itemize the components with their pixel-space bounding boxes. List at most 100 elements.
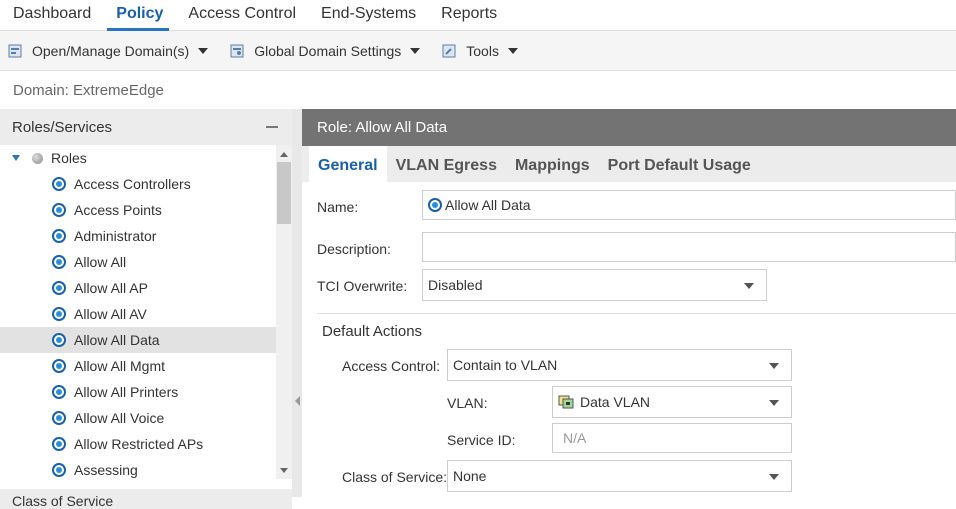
roles-tree: Roles Access Controllers Access Points Adm… — [0, 145, 276, 479]
chevron-down-icon — [744, 283, 754, 289]
role-title: Role: Allow All Data — [317, 119, 448, 136]
tree-item-label: Allow All Voice — [74, 410, 165, 426]
role-icon — [52, 229, 66, 243]
folder-ball-icon — [32, 152, 43, 164]
tree-item-role[interactable]: Allow All Mgmt — [0, 353, 276, 379]
class-of-service-section-header[interactable]: Class of Service — [0, 489, 292, 509]
section-divider — [317, 313, 956, 314]
name-value: Allow All Data — [445, 197, 531, 213]
tree-item-role[interactable]: Allow All Printers — [0, 379, 276, 405]
footer-label: Class of Service — [12, 493, 114, 509]
name-label: Name: — [317, 199, 359, 215]
role-icon — [52, 437, 66, 451]
tree-item-role[interactable]: Access Points — [0, 197, 276, 223]
roles-services-panel: Roles/Services Roles Access Controllers A… — [0, 109, 292, 509]
chevron-down-icon — [769, 400, 779, 406]
tree-item-role[interactable]: Allow All Voice — [0, 405, 276, 431]
chevron-down-icon — [198, 47, 209, 54]
tree-item-label: Allow All — [74, 254, 127, 270]
settings-icon — [230, 44, 244, 57]
global-domain-settings-button[interactable]: Global Domain Settings — [222, 31, 428, 71]
role-detail-panel: Role: Allow All Data General VLAN Egress… — [302, 109, 956, 497]
class-of-service-select[interactable]: None — [447, 460, 792, 492]
service-id-value: N/A — [563, 430, 587, 446]
tci-overwrite-value: Disabled — [428, 277, 483, 293]
tree-item-role[interactable]: Administrator — [0, 223, 276, 249]
tree-item-role[interactable]: Allow All AV — [0, 301, 276, 327]
tree-item-role[interactable]: Allow All AP — [0, 275, 276, 301]
open-manage-domain-button[interactable]: Open/Manage Domain(s) — [0, 31, 216, 71]
tree-item-role[interactable]: Assessing — [0, 457, 276, 479]
tree-root-roles[interactable]: Roles — [0, 145, 276, 171]
tree-item-role[interactable]: Access Controllers — [0, 171, 276, 197]
access-control-label: Access Control: — [342, 358, 441, 374]
chevron-down-icon — [507, 47, 518, 54]
tree-item-role[interactable]: Allow All — [0, 249, 276, 275]
scroll-up-icon[interactable] — [280, 152, 288, 157]
vlan-select[interactable]: Data VLAN — [552, 386, 792, 418]
collapse-left-icon[interactable] — [295, 396, 300, 406]
role-icon — [428, 198, 442, 212]
role-icon — [52, 333, 66, 347]
tree-root-label: Roles — [51, 150, 87, 166]
vlan-value: Data VLAN — [580, 394, 651, 410]
access-control-select[interactable]: Contain to VLAN — [447, 349, 792, 381]
class-of-service-value: None — [453, 468, 487, 484]
panel-header: Roles/Services — [0, 109, 292, 145]
tab-access-control[interactable]: Access Control — [175, 0, 308, 31]
access-control-value: Contain to VLAN — [453, 357, 558, 373]
tree-item-label: Assessing — [74, 462, 138, 478]
role-icon — [52, 411, 66, 425]
service-id-field: N/A — [552, 423, 792, 453]
role-title-bar: Role: Allow All Data — [302, 109, 956, 146]
panel-splitter[interactable] — [292, 109, 302, 497]
description-field[interactable] — [422, 232, 956, 262]
scroll-down-icon[interactable] — [280, 468, 288, 473]
role-icon — [52, 255, 66, 269]
open-manage-domain-label: Open/Manage Domain(s) — [32, 42, 190, 59]
tree-item-label: Access Points — [74, 202, 162, 218]
tab-mappings[interactable]: Mappings — [506, 146, 599, 182]
top-nav: Dashboard Policy Access Control End-Syst… — [0, 0, 956, 31]
global-domain-settings-label: Global Domain Settings — [254, 42, 402, 59]
vlan-icon — [558, 395, 574, 409]
vlan-label: VLAN: — [447, 395, 488, 411]
role-tabs: General VLAN Egress Mappings Port Defaul… — [302, 146, 956, 182]
tab-vlan-egress[interactable]: VLAN Egress — [387, 146, 506, 182]
role-icon — [52, 307, 66, 321]
role-icon — [52, 359, 66, 373]
panel-title: Roles/Services — [12, 118, 113, 136]
scroll-thumb[interactable] — [277, 162, 291, 224]
default-actions-title: Default Actions — [322, 323, 423, 340]
description-label: Description: — [317, 241, 391, 257]
tab-port-default-usage[interactable]: Port Default Usage — [599, 146, 760, 182]
tree-item-label: Administrator — [74, 228, 157, 244]
tab-policy[interactable]: Policy — [103, 0, 175, 31]
tools-label: Tools — [466, 42, 499, 59]
tree-item-label: Allow All AP — [74, 280, 148, 296]
tci-overwrite-select[interactable]: Disabled — [422, 269, 767, 301]
tab-reports[interactable]: Reports — [428, 0, 509, 31]
tci-overwrite-label: TCI Overwrite: — [317, 278, 408, 294]
tree-item-label: Allow All AV — [74, 306, 147, 322]
collapse-icon[interactable] — [266, 126, 278, 128]
tab-dashboard[interactable]: Dashboard — [0, 0, 103, 31]
class-of-service-label: Class of Service: — [342, 469, 448, 485]
tools-icon — [442, 44, 456, 57]
tree-item-label: Access Controllers — [74, 176, 191, 192]
expand-arrow-icon[interactable] — [12, 155, 20, 161]
tree-item-label: Allow All Mgmt — [74, 358, 166, 374]
tree-scrollbar[interactable] — [276, 145, 292, 479]
tree-item-role[interactable]: Allow All Data — [0, 327, 276, 353]
tree-item-label: Allow Restricted APs — [74, 436, 204, 452]
tab-general[interactable]: General — [309, 146, 387, 182]
role-icon — [52, 177, 66, 191]
tree-item-role[interactable]: Allow Restricted APs — [0, 431, 276, 457]
role-icon — [52, 385, 66, 399]
tab-end-systems[interactable]: End-Systems — [308, 0, 428, 31]
role-icon — [52, 463, 66, 477]
chevron-down-icon — [769, 474, 779, 480]
name-field[interactable]: Allow All Data — [422, 190, 956, 220]
tools-button[interactable]: Tools — [434, 31, 526, 71]
domain-label: Domain: ExtremeEdge — [13, 82, 164, 99]
